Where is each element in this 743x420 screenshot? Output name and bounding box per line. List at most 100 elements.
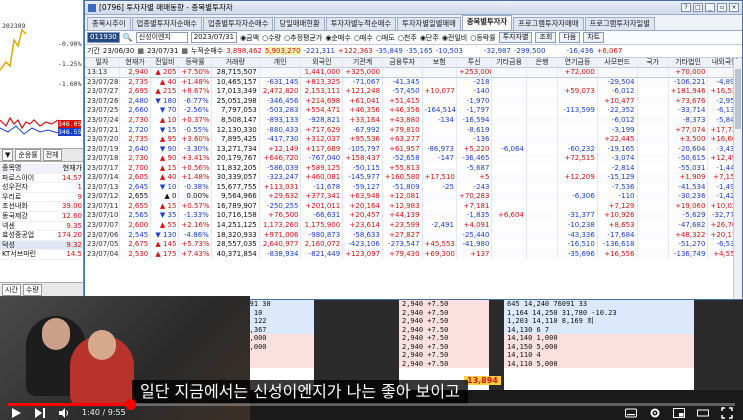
table-row[interactable]: 23/07/26 2,480 ▼ 180 -6.77% 25,051,298 -346,4… — [85, 96, 742, 107]
maximize-icon[interactable]: ▫ — [717, 3, 727, 12]
tab-sector-net-buy-2[interactable]: 업종별투자자순매수 — [203, 17, 274, 30]
table-row[interactable]: 23/07/25 2,660 ▼ 70 -2.56% 7,797,053 -503,283… — [85, 106, 742, 116]
period-from[interactable]: 23/06/30 — [103, 47, 134, 55]
orderbook-row[interactable]: 2,940 +7.50 — [399, 359, 489, 368]
summary-row[interactable]: 13:13 2,940 ▲ 205 +7.50% 28,715,507 1,441,000… — [85, 67, 742, 79]
column-header[interactable]: 연기금등 — [557, 58, 598, 69]
column-header[interactable]: 기타금융 — [491, 58, 527, 69]
option-sell[interactable]: ○매도 — [376, 33, 395, 43]
orderbook-row[interactable]: 2,940 +7.50 — [399, 351, 489, 360]
vertical-scrollbar[interactable] — [733, 59, 742, 299]
time-select[interactable]: 시간 — [2, 283, 21, 296]
pin-icon[interactable]: □ — [693, 3, 703, 12]
orderbook-row[interactable]: 1,203 14,110 8,169 회 — [504, 317, 694, 326]
option-single[interactable]: ◉단주 — [420, 33, 439, 43]
table-row[interactable]: 23/07/18 2,730 ▲ 90 +3.41% 20,179,767 +646,72… — [85, 153, 742, 164]
column-header[interactable]: 개인 — [259, 58, 302, 69]
table-row[interactable]: 23/07/27 2,695 ▲ 215 +8.67% 17,013,349 2,472,… — [85, 87, 742, 97]
table-row[interactable]: 23/07/12 2,655 ▲ 0 0.00% 9,564,966 +29,632 +37… — [85, 192, 742, 202]
list-item[interactable]: 넥센 9.35 — [0, 222, 83, 232]
tab-cumulative-net-buy[interactable]: 투자자별누적순매수 — [325, 17, 397, 30]
window-titlebar[interactable]: [0796] 투자자별 매매동향 - 종목별투자자 ? □ _ ▫ × — [85, 1, 742, 15]
orderbook-row[interactable]: 2,940 +7.50 — [399, 300, 489, 309]
column-header[interactable]: 기타법인 — [668, 58, 709, 69]
list-item[interactable]: 동국제강 12.60 — [0, 212, 83, 222]
option-change-rate[interactable]: ○등락률 — [470, 33, 495, 43]
list-item[interactable]: 효성중공업 174.20 — [0, 231, 83, 241]
option-qty[interactable]: ○수량 — [262, 33, 281, 43]
scope-select[interactable]: 전체 — [42, 149, 62, 161]
table-row[interactable]: 23/07/24 2,730 ▲ 10 +0.37% 8,508,147 -893,133… — [85, 115, 742, 126]
table-row[interactable]: 23/07/05 2,675 ▲ 145 +5.73% 28,557,035 2,640,… — [85, 239, 742, 250]
column-header[interactable]: 기관계 — [342, 58, 383, 69]
column-header[interactable]: 사모펀드 — [597, 58, 638, 69]
column-header[interactable]: 등락률 — [178, 58, 212, 69]
chart-button[interactable]: 차트 — [583, 32, 605, 43]
qty-select[interactable]: 수량 — [22, 283, 42, 296]
stock-name-field[interactable]: 신성이엔지 — [135, 32, 188, 43]
option-net-buy[interactable]: ◉순매수 — [325, 33, 350, 43]
captions-icon[interactable] — [625, 407, 637, 419]
tab-program-daily[interactable]: 프로그램투자자일별 — [584, 17, 655, 30]
investor-unit-select[interactable]: 투자자별 — [498, 32, 533, 43]
scroll-thumb[interactable] — [735, 69, 741, 129]
option-buy[interactable]: ○매수 — [354, 33, 373, 43]
tab-stock-investor[interactable]: 종목별투자자 — [461, 15, 513, 30]
orderbook-row[interactable]: 645 14,240 76091 33 — [504, 300, 694, 309]
orderbook-row[interactable]: 14,150 5,000 — [504, 342, 694, 351]
table-row[interactable]: 23/07/06 2,545 ▼ 130 -4.86% 18,320,933 +971,0… — [85, 230, 742, 240]
orderbook-row[interactable]: 14,130 6 7 — [504, 325, 694, 334]
tab-program-trading[interactable]: 프로그램투자자매매 — [513, 17, 584, 30]
column-header[interactable]: 보험 — [422, 58, 457, 69]
table-row[interactable]: 23/07/17 2,700 ▲ 15 +0.56% 11,832,205 -586,03… — [85, 163, 742, 174]
period-to[interactable]: 23/07/31 — [147, 47, 178, 55]
filter-select[interactable]: 순응률 — [15, 149, 41, 161]
volume-icon[interactable] — [58, 407, 70, 419]
close-icon[interactable]: × — [729, 3, 739, 12]
list-item[interactable]: 파로스아이 14.57 — [0, 174, 83, 184]
minimize-icon[interactable]: _ — [705, 3, 715, 12]
option-prev-diff[interactable]: ◉전일비 — [442, 33, 467, 43]
option-thousand[interactable]: ○천주 — [398, 33, 417, 43]
column-header[interactable]: 현재가 — [119, 58, 152, 69]
tab-daily-trading[interactable]: 당일매매현황 — [274, 17, 325, 30]
play-icon[interactable] — [10, 407, 22, 419]
table-row[interactable]: 23/07/04 2,530 ▲ 175 +7.43% 40,371,854 -838,9… — [85, 249, 742, 259]
tab-investor-daily[interactable]: 투자자별일별매매 — [397, 17, 461, 30]
orderbook-row[interactable]: 14,140 1,000 — [504, 334, 694, 343]
date-field[interactable]: 2023/07/31 — [190, 32, 238, 43]
column-header[interactable]: 은행 — [526, 58, 559, 69]
column-header[interactable]: 외국인 — [300, 58, 344, 69]
next-button[interactable]: 다음 — [559, 32, 581, 43]
dropdown-arrow[interactable]: ▼ — [2, 149, 14, 161]
search-button[interactable]: 조회 — [535, 32, 557, 43]
table-row[interactable]: 23/07/19 2,640 ▼ 90 -3.30% 13,271,734 +12,149… — [85, 144, 742, 154]
help-icon[interactable]: ? — [681, 3, 691, 12]
orderbook-row[interactable]: 14,110 5,000 — [504, 359, 694, 368]
column-header[interactable]: 금융투자 — [382, 58, 423, 69]
theater-icon[interactable] — [697, 407, 709, 419]
table-row[interactable]: 23/07/21 2,720 ▼ 15 -0.55% 12,130,330 -880,43… — [85, 125, 742, 135]
orderbook-row[interactable]: 2,940 +7.50 — [399, 308, 489, 317]
column-header[interactable]: 거래량 — [211, 58, 260, 69]
orderbook-row[interactable]: 2,940 +7.50 — [399, 342, 489, 351]
option-amount[interactable]: ◉금액 — [240, 33, 259, 43]
table-row[interactable]: 23/07/20 2,735 ▲ 95 +3.60% 7,895,425 -417,730… — [85, 134, 742, 145]
list-item[interactable]: 덕성 9.32 — [0, 240, 83, 251]
next-icon[interactable] — [34, 407, 46, 419]
column-header[interactable]: 투신 — [456, 58, 493, 69]
tab-stock-trend[interactable]: 종목시추이 — [87, 17, 131, 30]
search-icon[interactable]: 🔍 — [123, 33, 133, 42]
calendar-icon[interactable]: ▦ — [137, 47, 144, 55]
list-item[interactable]: 성우전자 1 — [0, 183, 83, 193]
orderbook-row[interactable]: 2,940 +7.50 — [399, 334, 489, 343]
list-item[interactable]: 우리로 9 — [0, 193, 83, 203]
orderbook-row[interactable]: 14,110 4 — [504, 351, 694, 360]
column-header[interactable]: 국가 — [637, 58, 669, 69]
orderbook-row[interactable]: 1,164 14,250 31,780 -10.23 — [504, 308, 694, 317]
settings-gear-icon[interactable] — [649, 407, 661, 419]
table-row[interactable]: 23/07/14 2,605 ▲ 40 +1.48% 30,339,057 -323,24… — [85, 173, 742, 183]
orderbook-row[interactable]: 2,940 +7.50 — [399, 325, 489, 334]
tab-sector-net-buy-1[interactable]: 업종별투자자순매수 — [131, 17, 202, 30]
table-row[interactable]: 23/07/11 2,655 ▲ 15 +0.57% 16,789,907 -250,25… — [85, 201, 742, 212]
